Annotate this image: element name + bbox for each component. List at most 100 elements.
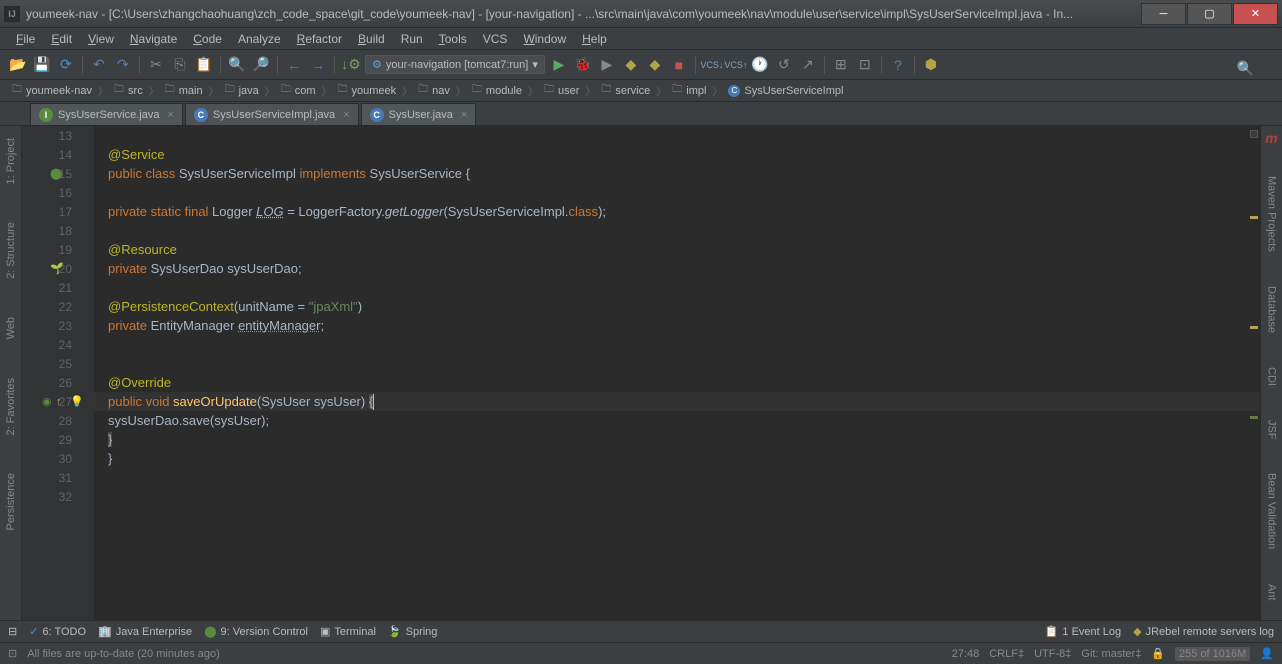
paste-icon[interactable]: 📋 [194,55,214,75]
menu-build[interactable]: Build [350,30,393,48]
tool-maven[interactable]: Maven Projects [1266,172,1278,256]
undo-icon[interactable]: ↶ [89,55,109,75]
bc-item[interactable]: 🗀nav [414,82,454,99]
jrebel-run-icon[interactable]: ◆ [621,55,641,75]
menu-help[interactable]: Help [574,30,615,48]
menu-window[interactable]: Window [515,30,574,48]
bottom-hide-icon[interactable]: ⊟ [8,625,17,638]
close-tab-icon[interactable]: × [461,109,467,121]
vcs-update-icon[interactable]: VCS↓ [702,55,722,75]
debug-icon[interactable]: 🐞 [573,55,593,75]
bc-item[interactable]: 🗀com [277,82,320,99]
copy-icon[interactable]: ⎘ [170,55,190,75]
menu-run[interactable]: Run [393,30,431,48]
info-marker[interactable] [1250,416,1258,419]
close-button[interactable]: ✕ [1233,3,1278,25]
tab-sysuserserviceimpl[interactable]: C SysUserServiceImpl.java × [185,103,359,125]
bc-item[interactable]: 🗀service [597,82,654,99]
tool-version-control[interactable]: ⬤9: Version Control [204,625,308,638]
help-icon[interactable]: ? [888,55,908,75]
override-icon[interactable]: ◉ [42,395,52,408]
redo-icon[interactable]: ↷ [113,55,133,75]
hector-icon[interactable]: 👤 [1260,647,1274,660]
back-icon[interactable]: ← [284,55,304,75]
tool-spring[interactable]: 🍃Spring [388,625,438,638]
override-up-icon[interactable]: ↑ [56,396,62,408]
bc-root[interactable]: 🗀youmeek-nav [8,82,96,99]
build-icon[interactable]: ↓⚙ [341,55,361,75]
cut-icon[interactable]: ✂ [146,55,166,75]
bc-item[interactable]: 🗀youmeek [334,82,401,99]
bean-icon[interactable]: 🌱 [50,262,64,275]
save-icon[interactable]: 💾 [32,55,52,75]
inspection-indicator[interactable] [1250,130,1258,138]
tool-persistence[interactable]: Persistence [5,469,17,534]
maven-icon[interactable]: m [1265,130,1277,146]
coverage-icon[interactable]: ▶ [597,55,617,75]
jrebel-icon[interactable]: ⬢ [921,55,941,75]
vcs-commit-icon[interactable]: VCS↑ [726,55,746,75]
tool-event-log[interactable]: 📋1 Event Log [1045,625,1121,638]
bc-item[interactable]: 🗀impl [668,82,710,99]
structure-icon[interactable]: ⊞ [831,55,851,75]
menu-refactor[interactable]: Refactor [289,30,350,48]
maximize-button[interactable]: ▢ [1187,3,1232,25]
menu-file[interactable]: File [8,30,43,48]
tool-structure[interactable]: 2: Structure [5,218,17,283]
tool-jsf[interactable]: JSF [1266,416,1278,444]
run-icon[interactable]: ▶ [549,55,569,75]
status-icon[interactable]: ⊡ [8,647,17,660]
search-icon[interactable]: 🔍 [1237,60,1254,77]
lock-icon[interactable]: 🔒 [1151,647,1165,660]
tool-favorites[interactable]: 2: Favorites [5,374,17,439]
settings-icon[interactable]: ⊡ [855,55,875,75]
stop-icon[interactable]: ■ [669,55,689,75]
tool-cdi[interactable]: CDI [1266,363,1278,390]
bulb-icon[interactable]: 💡 [70,395,84,408]
tool-web[interactable]: Web [5,313,17,343]
gutter[interactable]: 13 14 15⬤ 16 17 18 19 20🌱 21 22 23 24 25… [22,126,94,620]
menu-analyze[interactable]: Analyze [230,30,289,48]
bc-item[interactable]: 🗀user [540,82,583,99]
tool-database[interactable]: Database [1266,282,1278,337]
menu-view[interactable]: View [80,30,122,48]
vcs-revert-icon[interactable]: ↺ [774,55,794,75]
menu-navigate[interactable]: Navigate [122,30,185,48]
menu-code[interactable]: Code [185,30,230,48]
tool-ant[interactable]: Ant [1266,580,1278,605]
tool-jrebel-log[interactable]: ◆JRebel remote servers log [1133,625,1274,638]
bc-item[interactable]: 🗀main [161,82,207,99]
tool-todo[interactable]: ✓6: TODO [29,625,86,638]
tool-java-enterprise[interactable]: 🏢Java Enterprise [98,625,192,638]
minimize-button[interactable]: ─ [1141,3,1186,25]
status-memory[interactable]: 255 of 1016M [1175,647,1250,661]
tool-bean-validation[interactable]: Bean Validation [1266,469,1278,553]
status-position[interactable]: 27:48 [952,648,980,660]
bc-item[interactable]: 🗀java [221,82,263,99]
tool-terminal[interactable]: ▣Terminal [320,625,376,638]
status-git[interactable]: Git: master‡ [1081,648,1141,660]
forward-icon[interactable]: → [308,55,328,75]
run-config-selector[interactable]: ⚙ your-navigation [tomcat7:run] ▾ [365,55,545,74]
jrebel-debug-icon[interactable]: ◆ [645,55,665,75]
bc-item[interactable]: 🗀src [110,82,147,99]
menu-tools[interactable]: Tools [431,30,475,48]
editor[interactable]: @Service public class SysUserServiceImpl… [94,126,1260,620]
bc-item[interactable]: 🗀module [468,82,526,99]
open-icon[interactable]: 📂 [8,55,28,75]
tab-sysuser[interactable]: C SysUser.java × [361,103,477,125]
status-encoding[interactable]: UTF-8‡ [1034,648,1071,660]
warning-marker[interactable] [1250,326,1258,329]
sync-icon[interactable]: ⟳ [56,55,76,75]
warning-marker[interactable] [1250,216,1258,219]
vcs-history-icon[interactable]: 🕐 [750,55,770,75]
close-tab-icon[interactable]: × [343,109,349,121]
vcs-push-icon[interactable]: ↗ [798,55,818,75]
status-line-separator[interactable]: CRLF‡ [989,648,1024,660]
replace-icon[interactable]: 🔎 [251,55,271,75]
implements-icon[interactable]: ⬤ [50,167,62,180]
tool-project[interactable]: 1: Project [5,134,17,188]
find-icon[interactable]: 🔍 [227,55,247,75]
bc-class[interactable]: CSysUserServiceImpl [724,85,847,97]
tab-sysuserservice[interactable]: I SysUserService.java × [30,103,183,125]
